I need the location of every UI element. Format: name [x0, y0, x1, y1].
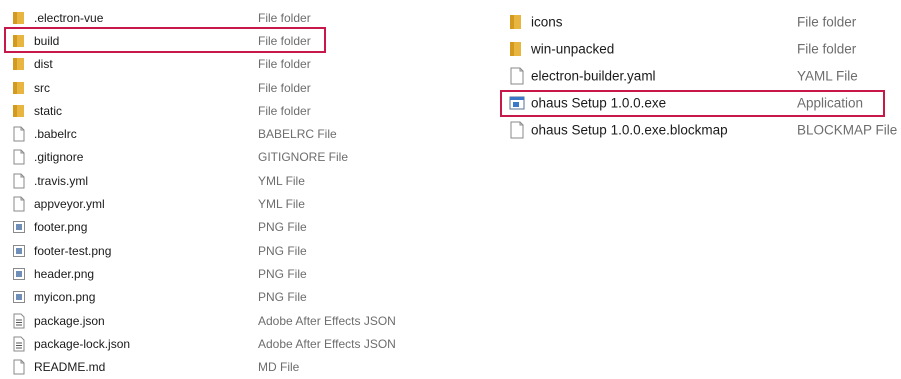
file-type: File folder — [797, 14, 857, 29]
file-type: PNG File — [258, 243, 307, 258]
image-file-icon — [12, 290, 26, 304]
folder-icon — [509, 14, 523, 30]
file-name: electron-builder.yaml — [531, 68, 656, 83]
file-name: .gitignore — [34, 150, 84, 165]
file-icon — [12, 173, 26, 189]
list-item[interactable]: README.md MD File — [0, 356, 440, 379]
list-item[interactable]: .gitignore GITIGNORE File — [0, 146, 440, 169]
file-type: BABELRC File — [258, 127, 337, 142]
file-name: appveyor.yml — [34, 197, 105, 212]
file-name: .electron-vue — [34, 10, 104, 25]
file-type: MD File — [258, 360, 300, 375]
list-item[interactable]: header.png PNG File — [0, 262, 440, 285]
file-type: YML File — [258, 173, 305, 188]
folder-icon — [509, 41, 523, 57]
list-item[interactable]: .babelrc BABELRC File — [0, 123, 440, 146]
list-item[interactable]: package-lock.json Adobe After Effects JS… — [0, 332, 440, 355]
list-item[interactable]: .travis.yml YML File — [0, 169, 440, 192]
file-name: footer.png — [34, 220, 88, 235]
file-type: Adobe After Effects JSON — [258, 313, 396, 328]
file-name: static — [34, 103, 63, 118]
list-item[interactable]: static File folder — [0, 99, 440, 122]
highlight-box — [4, 27, 326, 53]
file-icon — [509, 67, 525, 85]
json-file-icon — [12, 313, 26, 329]
folder-icon — [12, 104, 26, 118]
file-name: README.md — [34, 360, 106, 375]
file-type: File folder — [258, 80, 311, 95]
list-item[interactable]: src File folder — [0, 76, 440, 99]
file-type: Adobe After Effects JSON — [258, 336, 396, 351]
file-icon — [12, 359, 26, 375]
image-file-icon — [12, 244, 26, 258]
file-icon — [509, 121, 525, 139]
file-icon — [12, 196, 26, 212]
file-name: .travis.yml — [34, 173, 88, 188]
list-item[interactable]: package.json Adobe After Effects JSON — [0, 309, 440, 332]
file-name: header.png — [34, 266, 95, 281]
image-file-icon — [12, 267, 26, 281]
file-icon — [12, 126, 26, 142]
file-name: package-lock.json — [34, 336, 131, 351]
file-type: YML File — [258, 197, 305, 212]
file-name: icons — [531, 14, 563, 29]
file-name: ohaus Setup 1.0.0.exe.blockmap — [531, 122, 728, 137]
json-file-icon — [12, 336, 26, 352]
list-item[interactable]: dist File folder — [0, 53, 440, 76]
file-type: GITIGNORE File — [258, 150, 349, 165]
folder-icon — [12, 11, 26, 25]
list-item[interactable]: footer-test.png PNG File — [0, 239, 440, 262]
file-name: package.json — [34, 313, 105, 328]
file-name: win-unpacked — [531, 41, 615, 56]
list-item[interactable]: ohaus Setup 1.0.0.exe.blockmap BLOCKMAP … — [500, 116, 901, 143]
file-type: File folder — [258, 57, 311, 72]
list-item[interactable]: electron-builder.yaml YAML File — [500, 62, 901, 89]
list-item[interactable]: myicon.png PNG File — [0, 286, 440, 309]
file-name: myicon.png — [34, 290, 96, 305]
file-type: File folder — [258, 10, 311, 25]
file-name: footer-test.png — [34, 243, 112, 258]
file-type: File folder — [258, 103, 311, 118]
file-type: PNG File — [258, 266, 307, 281]
list-item[interactable]: icons File folder — [500, 8, 901, 35]
file-name: .babelrc — [34, 127, 77, 142]
image-file-icon — [12, 220, 26, 234]
folder-icon — [12, 57, 26, 71]
list-item[interactable]: appveyor.yml YML File — [0, 192, 440, 215]
file-type: YAML File — [797, 68, 858, 83]
list-item[interactable]: .electron-vue File folder — [0, 6, 440, 29]
file-type: PNG File — [258, 220, 307, 235]
file-type: PNG File — [258, 290, 307, 305]
file-icon — [12, 149, 26, 165]
folder-icon — [12, 81, 26, 95]
file-name: src — [34, 80, 50, 95]
file-name: dist — [34, 57, 53, 72]
list-item[interactable]: footer.png PNG File — [0, 216, 440, 239]
list-item[interactable]: win-unpacked File folder — [500, 35, 901, 62]
file-type: File folder — [797, 41, 857, 56]
highlight-box — [500, 90, 885, 117]
file-type: BLOCKMAP File — [797, 122, 898, 137]
